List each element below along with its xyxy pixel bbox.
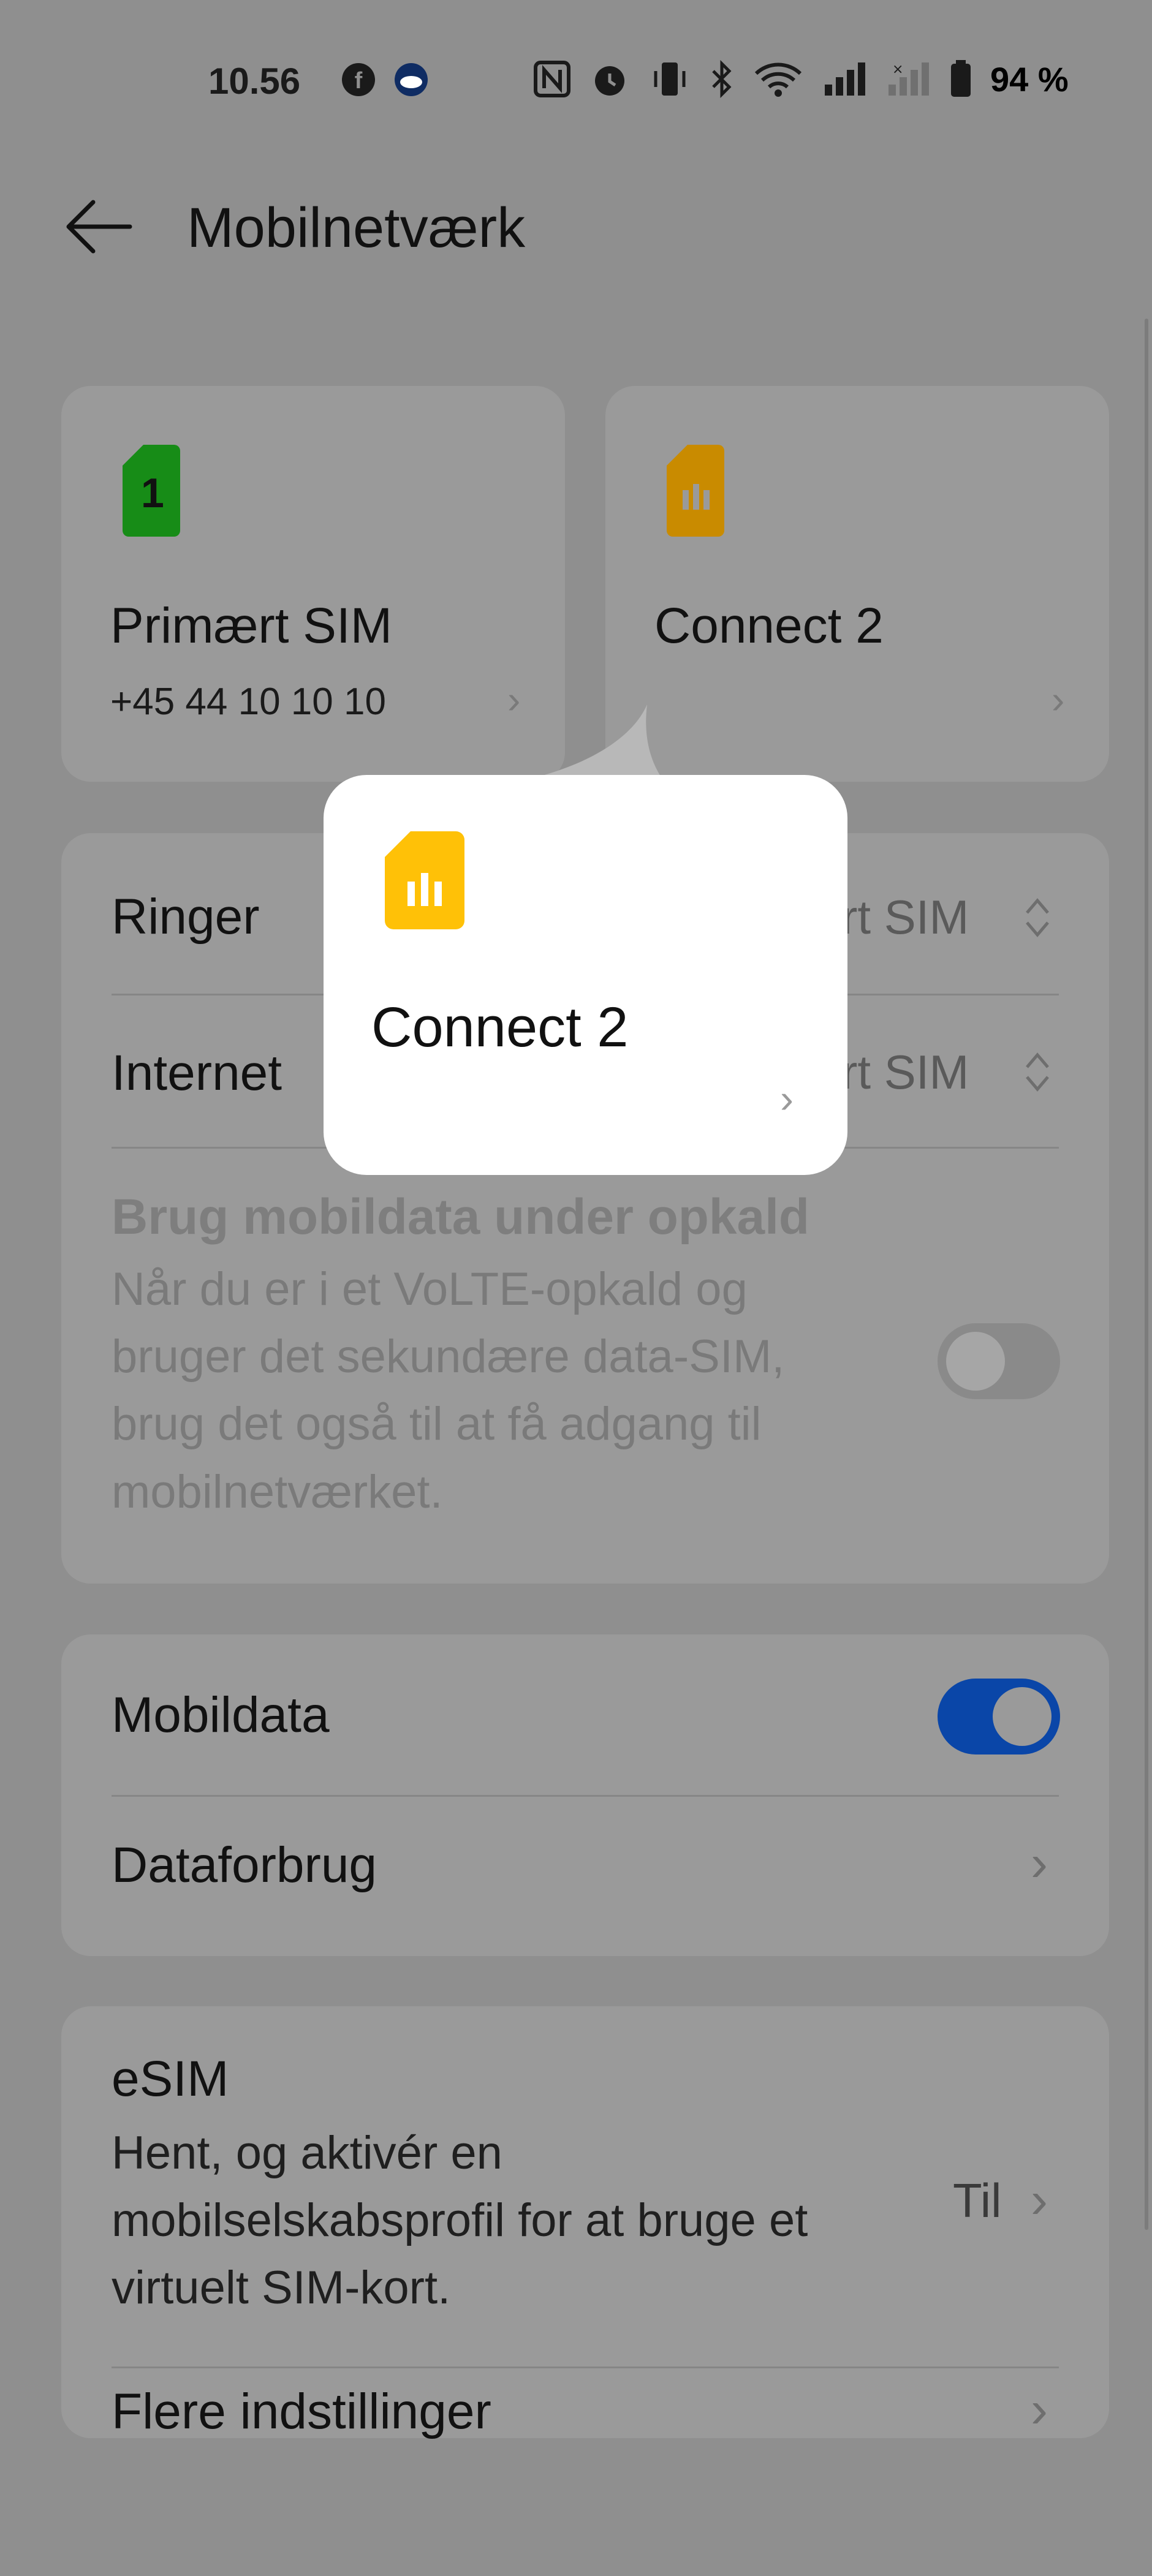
scrollbar[interactable] <box>1145 319 1148 2230</box>
description-line: Hent, og aktivér en <box>112 2127 502 2179</box>
wifi-icon <box>754 62 802 97</box>
more-settings-label[interactable]: Flere indstillinger <box>112 2383 491 2441</box>
sim1-number: +45 44 10 10 10 <box>110 681 386 723</box>
signal-no-sim-icon: × <box>889 62 929 96</box>
mobile-data-label: Mobildata <box>112 1687 330 1743</box>
mobile-data-card: Mobildata Dataforbrug › <box>61 1634 1109 1956</box>
internet-updown-icon[interactable] <box>1022 1048 1053 1097</box>
bluetooth-icon <box>712 60 732 98</box>
sim1-icon: 1 <box>123 445 180 537</box>
popup-pointer <box>533 704 662 778</box>
sim-card-primary[interactable]: 1 Primært SIM +45 44 10 10 10 › <box>61 386 565 782</box>
sim1-name: Primært SIM <box>110 598 393 654</box>
nfc-icon <box>534 61 570 97</box>
sim2-icon <box>667 445 724 537</box>
svg-text:×: × <box>892 62 903 77</box>
ringer-updown-icon[interactable] <box>1022 893 1053 942</box>
toggle-knob <box>993 1687 1052 1746</box>
back-arrow-icon[interactable] <box>61 196 135 257</box>
toggle-knob <box>946 1332 1005 1391</box>
data-usage-chevron-icon[interactable]: › <box>1031 1834 1048 1893</box>
data-during-call-toggle[interactable] <box>938 1323 1060 1399</box>
sim-card-connect2[interactable]: Connect 2 › <box>605 386 1109 782</box>
esim-card: eSIM Hent, og aktivér en mobilselskabspr… <box>61 2006 1109 2441</box>
sim1-chevron-icon: › <box>507 678 521 722</box>
status-time: 10.56 <box>208 61 301 102</box>
status-bar: 10.56 f × 94 % <box>0 0 1152 159</box>
data-usage-label[interactable]: Dataforbrug <box>112 1837 377 1894</box>
sim-detail-popup[interactable]: Connect 2 › <box>324 775 847 1175</box>
signal-icon <box>825 62 865 96</box>
ringer-label: Ringer <box>112 889 260 945</box>
esim-title: eSIM <box>112 2051 229 2107</box>
description-line: virtuelt SIM-kort. <box>112 2262 451 2314</box>
svg-text:f: f <box>355 68 363 94</box>
popup-chevron-icon[interactable]: › <box>780 1075 794 1122</box>
divider <box>112 1795 1059 1797</box>
divider <box>112 2366 1059 2368</box>
description-line: brug det også til at få adgang til <box>112 1398 762 1451</box>
data-during-call-description: Når du er i et VoLTE-opkald og bruger de… <box>112 1256 908 1526</box>
mobile-data-toggle[interactable] <box>938 1679 1060 1754</box>
esim-value[interactable]: Til <box>953 2173 1001 2229</box>
battery-icon <box>951 60 971 97</box>
sim2-chip-icon <box>683 484 710 510</box>
page-title: Mobilnetværk <box>187 197 526 259</box>
battery-percent: 94 % <box>990 59 1069 99</box>
description-line: mobilnetværket. <box>112 1465 443 1518</box>
alarm-icon <box>595 66 624 96</box>
facebook-icon: f <box>342 63 375 96</box>
description-line: Når du er i et VoLTE-opkald og <box>112 1263 748 1315</box>
weather-icon <box>395 63 428 96</box>
esim-description: Hent, og aktivér en mobilselskabsprofil … <box>112 2120 808 2322</box>
sim2-name: Connect 2 <box>654 598 884 654</box>
description-line: mobilselskabsprofil for at bruge et <box>112 2194 808 2247</box>
popup-sim-icon <box>385 831 464 929</box>
esim-chevron-icon[interactable]: › <box>1031 2170 1048 2230</box>
data-during-call-title: Brug mobildata under opkald <box>112 1189 809 1245</box>
sim1-badge: 1 <box>141 470 164 516</box>
sim2-chevron-icon: › <box>1052 678 1065 722</box>
popup-sim-name: Connect 2 <box>371 996 629 1059</box>
more-settings-chevron-icon[interactable]: › <box>1031 2380 1048 2439</box>
description-line: bruger det sekundære data-SIM, <box>112 1331 785 1383</box>
popup-sim-chip-icon <box>407 873 442 906</box>
internet-label: Internet <box>112 1045 282 1101</box>
vibrate-icon <box>654 62 686 96</box>
